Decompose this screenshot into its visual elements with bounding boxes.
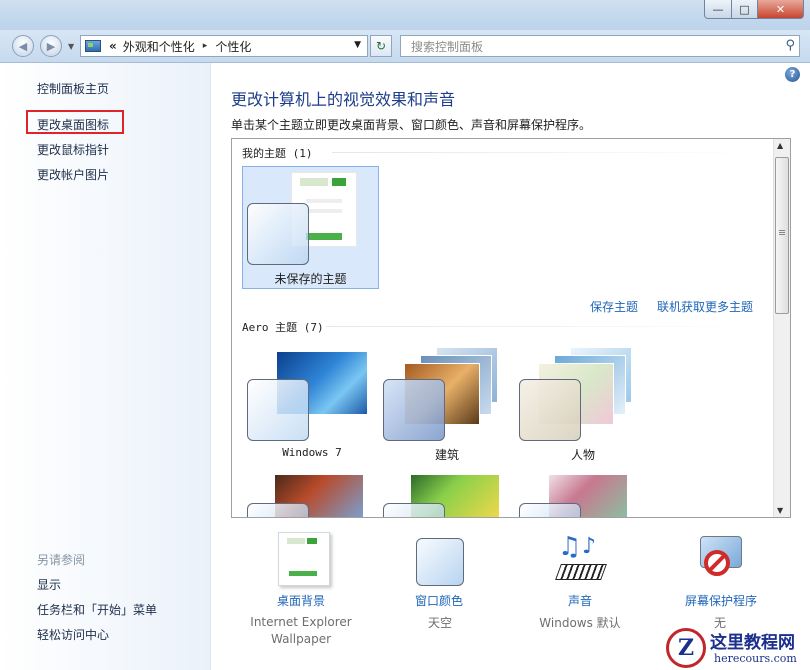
group-divider bbox=[326, 326, 762, 327]
sounds-value: Windows 默认 bbox=[539, 616, 621, 630]
watermark-title: 这里教程网 bbox=[710, 633, 795, 653]
title-bar: — □ ✕ bbox=[0, 0, 810, 30]
window-color-preview bbox=[519, 503, 581, 517]
sounds-icon: ♫ ♪ bbox=[555, 534, 607, 584]
see-also-link-ease-of-access[interactable]: 轻松访问中心 bbox=[37, 626, 109, 643]
window-controls: — □ ✕ bbox=[704, 0, 804, 19]
my-themes-header: 我的主题 (1) bbox=[242, 147, 313, 160]
refresh-button[interactable]: ↻ bbox=[370, 35, 392, 57]
breadcrumb-item-personalization[interactable]: 个性化 bbox=[215, 38, 251, 55]
see-also-link-taskbar[interactable]: 任务栏和「开始」菜单 bbox=[37, 601, 157, 618]
control-panel-icon bbox=[85, 40, 101, 52]
see-also-title: 另请参阅 bbox=[37, 553, 86, 567]
window-color-preview bbox=[383, 379, 445, 441]
window-color-preview bbox=[247, 379, 309, 441]
scroll-down-icon[interactable]: ▼ bbox=[777, 506, 783, 515]
screen-saver-label: 屏幕保护程序 bbox=[685, 594, 758, 608]
breadcrumb-item-appearance[interactable]: 外观和个性化 bbox=[123, 38, 195, 55]
sidebar-link-control-panel-home[interactable]: 控制面板主页 bbox=[37, 80, 109, 97]
back-arrow-icon: ◀ bbox=[18, 39, 28, 53]
theme-label-windows7: Windows 7 bbox=[282, 446, 342, 459]
window-color-value: 天空 bbox=[427, 616, 452, 630]
desktop-background-value: Internet Explorer Wallpaper bbox=[250, 615, 352, 646]
search-box[interactable]: 搜索控制面板 ⚲ bbox=[400, 35, 800, 57]
window-color-preview bbox=[383, 503, 445, 517]
save-theme-link[interactable]: 保存主题 bbox=[590, 298, 638, 315]
watermark-logo-icon: Z bbox=[666, 628, 706, 668]
see-also-link-display[interactable]: 显示 bbox=[37, 576, 61, 593]
navigation-bar: ◀ ▶ ▼ « 外观和个性化 ▸ 个性化 ▼ ↻ 搜索控制面板 ⚲ bbox=[0, 30, 810, 63]
recent-pages-dropdown[interactable]: ▼ bbox=[68, 42, 74, 51]
forward-arrow-icon: ▶ bbox=[46, 39, 56, 53]
sidebar-link-change-account-picture[interactable]: 更改帐户图片 bbox=[37, 166, 109, 183]
theme-list: 我的主题 (1) 未保存的主题 保存主题 联机获取更多主题 Aero 主题 (7… bbox=[231, 138, 791, 518]
screen-saver-icon bbox=[696, 534, 746, 584]
search-icon[interactable]: ⚲ bbox=[785, 38, 795, 53]
window-color-preview bbox=[247, 203, 309, 265]
page-description: 单击某个主题立即更改桌面背景、窗口颜色、声音和屏幕保护程序。 bbox=[231, 118, 592, 132]
minimize-button[interactable]: — bbox=[704, 0, 732, 19]
theme-label-architecture: 建筑 bbox=[434, 448, 459, 462]
desktop-background-label: 桌面背景 bbox=[277, 594, 326, 608]
sidebar-link-change-mouse-pointers[interactable]: 更改鼠标指针 bbox=[37, 141, 109, 158]
address-bar[interactable]: « 外观和个性化 ▸ 个性化 ▼ bbox=[80, 35, 368, 57]
window-color-icon bbox=[416, 538, 464, 586]
maximize-button[interactable]: □ bbox=[732, 0, 758, 19]
watermark-url: herecours.com bbox=[714, 652, 797, 665]
refresh-icon: ↻ bbox=[375, 39, 387, 53]
site-watermark: Z 这里教程网 herecours.com bbox=[662, 626, 810, 670]
window-color-label: 窗口颜色 bbox=[415, 594, 464, 608]
group-divider bbox=[332, 152, 762, 153]
sounds-label: 声音 bbox=[568, 594, 593, 608]
vertical-scrollbar[interactable]: ▲ ▼ bbox=[773, 139, 790, 517]
page-title: 更改计算机上的视觉效果和声音 bbox=[231, 90, 456, 109]
breadcrumb-overflow[interactable]: « bbox=[109, 39, 117, 53]
desktop-background-icon bbox=[278, 532, 330, 586]
close-button[interactable]: ✕ bbox=[758, 0, 804, 19]
scroll-up-icon[interactable]: ▲ bbox=[777, 141, 783, 150]
scrollbar-thumb[interactable] bbox=[775, 157, 789, 314]
get-more-themes-link[interactable]: 联机获取更多主题 bbox=[657, 298, 753, 315]
help-icon[interactable]: ? bbox=[785, 67, 800, 82]
search-input[interactable]: 搜索控制面板 bbox=[411, 38, 483, 55]
theme-label-characters: 人物 bbox=[570, 448, 595, 462]
sidebar-link-change-desktop-icons[interactable]: 更改桌面图标 bbox=[37, 116, 109, 133]
address-dropdown-icon[interactable]: ▼ bbox=[354, 40, 361, 50]
unsaved-theme-label: 未保存的主题 bbox=[274, 272, 347, 286]
window-color-preview bbox=[519, 379, 581, 441]
back-button[interactable]: ◀ bbox=[12, 35, 34, 57]
breadcrumb-separator[interactable]: ▸ bbox=[203, 41, 208, 51]
window-color-preview bbox=[247, 503, 309, 517]
aero-themes-header: Aero 主题 (7) bbox=[242, 321, 324, 334]
theme-tile-unsaved[interactable]: 未保存的主题 bbox=[242, 166, 379, 289]
forward-button[interactable]: ▶ bbox=[40, 35, 62, 57]
